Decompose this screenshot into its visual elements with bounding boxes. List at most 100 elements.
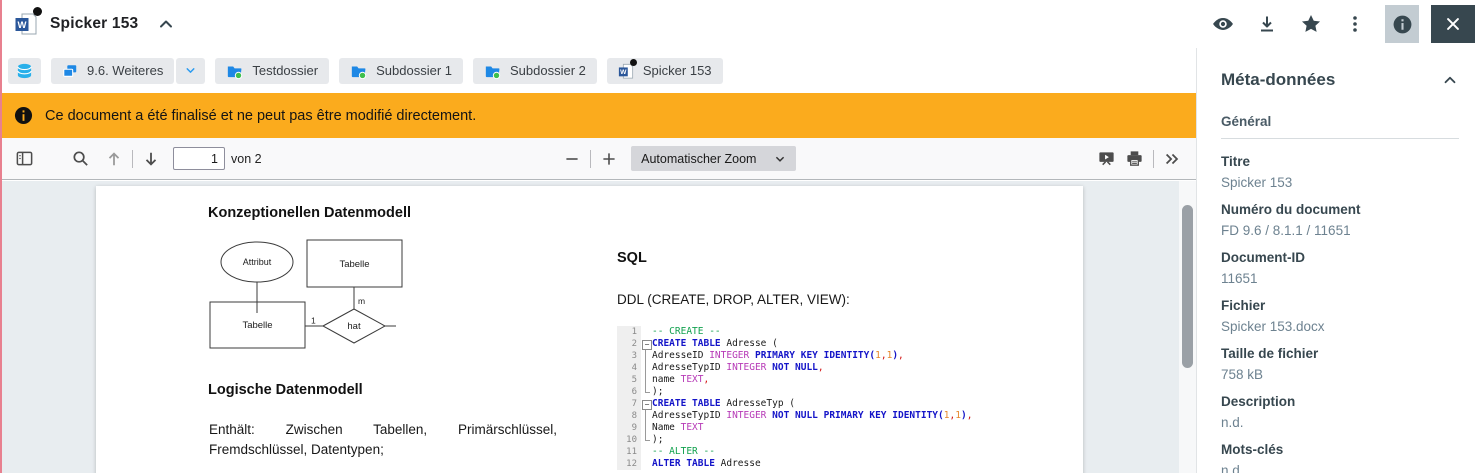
breadcrumb-item-subdossier-2[interactable]: Subdossier 2 xyxy=(473,58,597,84)
word-document-icon: W xyxy=(14,12,38,36)
metadata-field-value: 758 kB xyxy=(1221,368,1459,382)
code-fold-toggle-icon[interactable] xyxy=(641,398,652,410)
code-fold-gutter xyxy=(641,350,652,362)
chevron-down-icon xyxy=(774,153,786,165)
code-fold-gutter xyxy=(641,326,652,338)
code-line-number: 1 xyxy=(617,326,641,338)
download-button[interactable] xyxy=(1245,6,1289,42)
collapse-title-button[interactable] xyxy=(152,10,180,38)
code-line: 12 ALTER TABLE Adresse xyxy=(617,458,972,470)
code-line-text: ); xyxy=(652,386,663,398)
window-left-accent xyxy=(0,0,2,473)
banner-text: Ce document a été finalisé et ne peut pa… xyxy=(45,108,476,124)
breadcrumb-item-label: Subdossier 2 xyxy=(510,63,586,78)
info-button[interactable] xyxy=(1385,5,1419,43)
metadata-sidebar: Méta-données Général TitreSpicker 153Num… xyxy=(1196,48,1483,473)
code-line-text: name TEXT, xyxy=(652,374,709,386)
code-fold-gutter xyxy=(641,362,652,374)
minus-icon xyxy=(564,151,580,167)
status-dot xyxy=(630,59,637,66)
diagram-cardinality-m: m xyxy=(358,296,365,306)
code-line-text: ); xyxy=(652,434,663,446)
toggle-sidebar-button[interactable] xyxy=(10,145,38,173)
metadata-field-titre: Titre Spicker 153 xyxy=(1221,155,1459,190)
metadata-field-label: Taille de fichier xyxy=(1221,347,1459,361)
more-options-button[interactable] xyxy=(1333,6,1377,42)
heading-conceptual-model: Konzeptionellen Datenmodell xyxy=(208,205,411,221)
code-line-text: AdresseID INTEGER PRIMARY KEY IDENTITY(1… xyxy=(652,350,904,362)
metadata-field-value: Spicker 153 xyxy=(1221,176,1459,190)
code-line-number: 12 xyxy=(617,458,641,470)
diagram-cardinality-1: 1 xyxy=(311,316,316,326)
chevron-down-icon xyxy=(184,64,197,77)
page-count-label: von 2 xyxy=(231,152,262,166)
metadata-field-label: Fichier xyxy=(1221,299,1459,313)
print-button[interactable] xyxy=(1121,145,1149,173)
metadata-field-mots-cl-s: Mots-clésn.d. xyxy=(1221,443,1459,473)
metadata-field-fichier: FichierSpicker 153.docx xyxy=(1221,299,1459,334)
code-line-number: 8 xyxy=(617,410,641,422)
document-header: W Spicker 153 xyxy=(0,0,1483,48)
code-line: 11 -- ALTER -- xyxy=(617,446,972,458)
diagram-table-left-label: Tabelle xyxy=(242,320,272,331)
scrollbar-thumb[interactable] xyxy=(1182,205,1193,368)
code-line-text: -- ALTER -- xyxy=(652,446,715,458)
svg-text:W: W xyxy=(18,20,27,31)
close-button[interactable] xyxy=(1431,5,1475,43)
download-icon xyxy=(1257,14,1277,34)
code-line-number: 4 xyxy=(617,362,641,374)
heading-logical-model: Logische Datenmodell xyxy=(208,382,363,398)
breadcrumb-item-subdossier-1[interactable]: Subdossier 1 xyxy=(339,58,463,84)
printer-icon xyxy=(1125,149,1144,168)
metadata-field-label: Titre xyxy=(1221,155,1459,169)
code-fold-gutter xyxy=(641,422,652,434)
breadcrumb-item-9-6-weiteres[interactable]: 9.6. Weiteres xyxy=(51,58,174,84)
code-line: 4AdresseTypID INTEGER NOT NULL, xyxy=(617,362,972,374)
metadata-fields: TitreSpicker 153Numéro du documentFD 9.6… xyxy=(1221,155,1459,473)
code-line-number: 3 xyxy=(617,350,641,362)
arrow-up-icon xyxy=(105,150,123,168)
zoom-out-button[interactable] xyxy=(558,145,586,173)
metadata-field-value: n.d. xyxy=(1221,416,1459,430)
banner-info-icon xyxy=(14,106,33,125)
breadcrumb-item-spicker-153[interactable]: WSpicker 153 xyxy=(607,58,723,84)
application-window: W Spicker 153 xyxy=(0,0,1483,473)
code-line-number: 11 xyxy=(617,446,641,458)
breadcrumb-root-database[interactable] xyxy=(8,58,41,84)
code-line-text: ALTER TABLE Adresse xyxy=(652,458,761,470)
code-fold-gutter xyxy=(641,410,652,422)
metadata-field-label: Mots-clés xyxy=(1221,443,1459,457)
presentation-mode-button[interactable] xyxy=(1093,145,1121,173)
collapse-metadata-button[interactable] xyxy=(1441,71,1459,89)
metadata-field-value: FD 9.6 / 8.1.1 / 11651 xyxy=(1221,224,1459,238)
info-icon xyxy=(1392,14,1413,35)
code-line: 3 AdresseID INTEGER PRIMARY KEY IDENTITY(… xyxy=(617,350,972,362)
breadcrumb-item-testdossier[interactable]: Testdossier xyxy=(215,58,329,84)
next-page-button[interactable] xyxy=(137,145,165,173)
favorite-button[interactable] xyxy=(1289,6,1333,42)
breadcrumb-item-dropdown-button[interactable] xyxy=(176,58,205,84)
finalized-banner: Ce document a été finalisé et ne peut pa… xyxy=(0,93,1196,138)
zoom-level-select[interactable]: Automatischer Zoom xyxy=(631,146,796,171)
code-fold-gutter xyxy=(641,458,652,470)
sidebar-toggle-icon xyxy=(15,149,34,168)
kebab-menu-icon xyxy=(1345,14,1365,34)
metadata-field-taille-de-fichier: Taille de fichier 758 kB xyxy=(1221,347,1459,382)
search-button[interactable] xyxy=(66,145,94,173)
toolbar-more-tools-button[interactable] xyxy=(1158,145,1186,173)
code-line-number: 7 xyxy=(617,398,641,410)
code-line: 8 AdresseTypID INTEGER NOT NULL PRIMARY K… xyxy=(617,410,972,422)
zoom-in-button[interactable] xyxy=(595,145,623,173)
code-line-text: AdresseTypID INTEGER NOT NULL PRIMARY KE… xyxy=(652,410,972,422)
eye-icon xyxy=(1212,13,1234,35)
viewer-scrollbar[interactable] xyxy=(1179,181,1196,473)
code-line-text: CREATE TABLE AdresseTyp ( xyxy=(652,398,795,410)
code-fold-toggle-icon[interactable] xyxy=(641,338,652,350)
previous-page-button[interactable] xyxy=(100,145,128,173)
code-line-number: 6 xyxy=(617,386,641,398)
page-number-input[interactable] xyxy=(173,147,225,170)
pdf-viewer[interactable]: Konzeptionellen Datenmodell Attribut Tab… xyxy=(0,181,1196,473)
preview-button[interactable] xyxy=(1201,6,1245,42)
breadcrumb-item-label: 9.6. Weiteres xyxy=(87,63,163,78)
code-fold-gutter xyxy=(641,374,652,386)
